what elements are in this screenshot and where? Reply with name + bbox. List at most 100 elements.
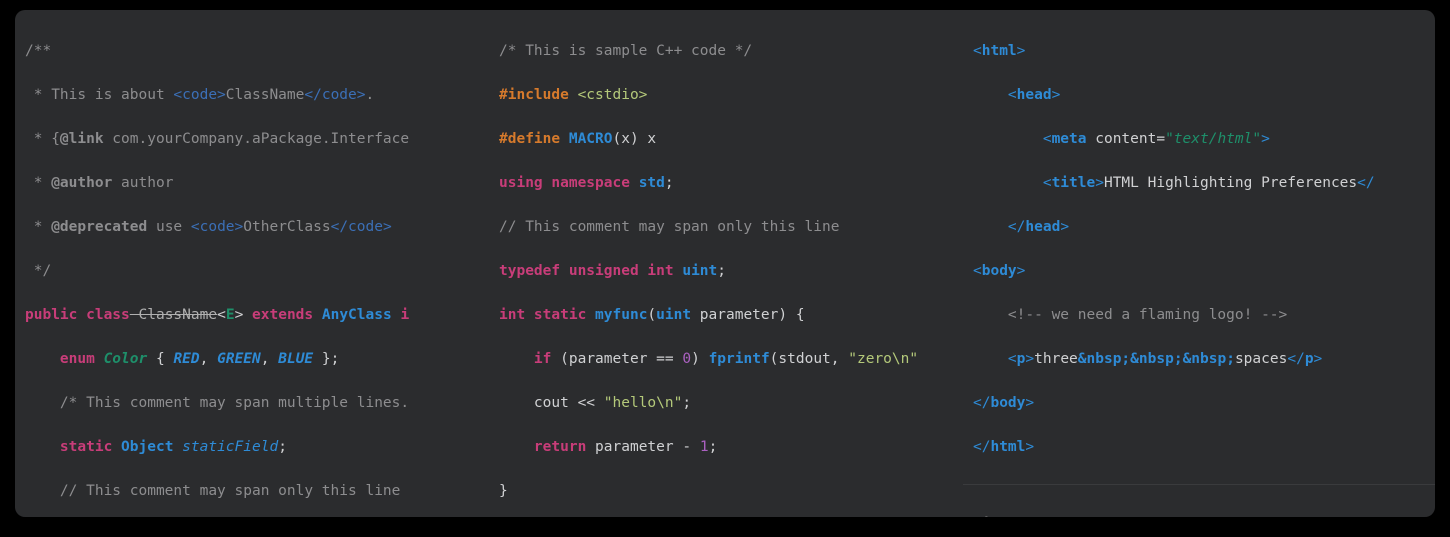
html-nbsp3: &nbsp;: [1183, 351, 1235, 367]
cpp-int-kw: int: [639, 263, 674, 279]
java-doc-use: use: [147, 219, 191, 235]
java-type-param: E: [226, 307, 235, 323]
cpp-lp1: (: [647, 307, 656, 323]
java-brace2: };: [313, 351, 339, 367]
cpp-zerostr: "zero\n": [848, 351, 918, 367]
html-gt1: >: [1017, 43, 1026, 59]
java-doc-code-close2: </code>: [331, 219, 392, 235]
cpp-fprintf: fprintf: [709, 351, 770, 367]
java-code-panel: /** * This is about <code>ClassName</cod…: [15, 10, 489, 517]
html-gt4: >: [1095, 175, 1104, 191]
html-body-open: body: [982, 263, 1017, 279]
java-semi1: ;: [278, 439, 287, 455]
css-import: @import: [973, 516, 1034, 517]
html-title-open: title: [1052, 175, 1096, 191]
java-red: RED: [173, 351, 199, 367]
cpp-ltlt: <<: [569, 395, 604, 411]
java-doc-l2a: * This is about: [25, 87, 173, 103]
java-enum-color: Color: [95, 351, 147, 367]
cpp-parameter: parameter: [691, 307, 778, 323]
java-doc-deprecated-tag: @deprecated: [51, 219, 147, 235]
html-spaces: spaces: [1235, 351, 1287, 367]
html-title-text: HTML Highlighting Preferences: [1104, 175, 1357, 191]
cpp-unsigned: unsigned: [560, 263, 639, 279]
java-doc-close: */: [25, 263, 51, 279]
java-impl: i: [392, 307, 409, 323]
java-green: GREEN: [217, 351, 261, 367]
cpp-uint: uint: [674, 263, 718, 279]
java-staticfield: staticField: [173, 439, 278, 455]
cpp-comment1: /* This is sample C++ code */: [499, 43, 752, 59]
html-content-val: "text/html": [1165, 131, 1261, 147]
java-line-comment: // This comment may span only this line: [25, 483, 400, 499]
html-gt8b: >: [1314, 351, 1323, 367]
java-object: Object: [112, 439, 173, 455]
cpp-close1: }: [499, 483, 508, 499]
cpp-return: return: [499, 439, 586, 455]
cpp-param2: parameter: [569, 351, 648, 367]
css-semi1: ;: [1226, 516, 1235, 517]
html-body-close: body: [990, 395, 1025, 411]
cpp-myfunc: myfunc: [586, 307, 647, 323]
html-lt8: <: [973, 351, 1017, 367]
css-url-str: "../sample2.css": [1078, 516, 1218, 517]
html-lt1: <: [973, 43, 982, 59]
cpp-define: #define: [499, 131, 560, 147]
html-css-code-panel: <html> <head> <meta content="text/html">…: [963, 10, 1435, 517]
cpp-macro-body: (x) x: [613, 131, 657, 147]
cpp-semi3: ;: [682, 395, 691, 411]
cpp-macro: MACRO: [560, 131, 612, 147]
cpp-cout: cout: [499, 395, 569, 411]
cpp-semi1: ;: [665, 175, 674, 191]
cpp-std: std: [630, 175, 665, 191]
java-doc-code-open2: <code>: [191, 219, 243, 235]
html-comment: <!-- we need a flaming logo! -->: [973, 307, 1287, 323]
java-classname-strike: ClassName: [130, 307, 217, 323]
html-lt6: <: [973, 263, 982, 279]
cpp-code-panel: /* This is sample C++ code */ #include <…: [489, 10, 963, 517]
cpp-if: if: [499, 351, 551, 367]
java-doc-otherclass: OtherClass: [243, 219, 330, 235]
html-gt9: >: [1025, 395, 1034, 411]
cpp-hello: "hello\n": [604, 395, 683, 411]
html-html-close: html: [990, 439, 1025, 455]
java-doc-l5a: *: [25, 219, 51, 235]
css-url: url: [1034, 516, 1069, 517]
java-comma1: ,: [200, 351, 217, 367]
html-lt10: </: [973, 439, 990, 455]
html-head-close: head: [1025, 219, 1060, 235]
java-static-kw: static: [25, 439, 112, 455]
html-gt3: >: [1261, 131, 1270, 147]
html-meta: meta: [1052, 131, 1087, 147]
html-lt4: <: [973, 175, 1052, 191]
cpp-cstdio: <cstdio>: [569, 87, 648, 103]
java-doc-code-open: <code>: [173, 87, 225, 103]
html-three: three: [1034, 351, 1078, 367]
html-content-attr: content: [1087, 131, 1157, 147]
cpp-include: #include: [499, 87, 569, 103]
cpp-using: using: [499, 175, 543, 191]
html-gt2: >: [1052, 87, 1061, 103]
java-extends: extends: [243, 307, 313, 323]
java-brace1: {: [147, 351, 173, 367]
java-doc-author-tag: @author: [51, 175, 112, 191]
html-nbsp1: &nbsp;: [1078, 351, 1130, 367]
cpp-uint2: uint: [656, 307, 691, 323]
css-lp1: (: [1069, 516, 1078, 517]
html-gt10: >: [1025, 439, 1034, 455]
html-nbsp2: &nbsp;: [1130, 351, 1182, 367]
cpp-stdout: stdout: [778, 351, 830, 367]
java-enum-kw: enum: [25, 351, 95, 367]
cpp-eqeq: ==: [647, 351, 682, 367]
cpp-namespace: namespace: [543, 175, 630, 191]
cpp-semi2: ;: [717, 263, 726, 279]
java-comma2: ,: [261, 351, 278, 367]
html-gt5: >: [1060, 219, 1069, 235]
cpp-comma1: ,: [831, 351, 848, 367]
cpp-param3: parameter: [586, 439, 673, 455]
cpp-linecomment: // This comment may span only this line: [499, 219, 839, 235]
cpp-static: static: [525, 307, 586, 323]
java-doc-author: author: [112, 175, 173, 191]
java-blue: BLUE: [278, 351, 313, 367]
java-lt: <: [217, 307, 226, 323]
